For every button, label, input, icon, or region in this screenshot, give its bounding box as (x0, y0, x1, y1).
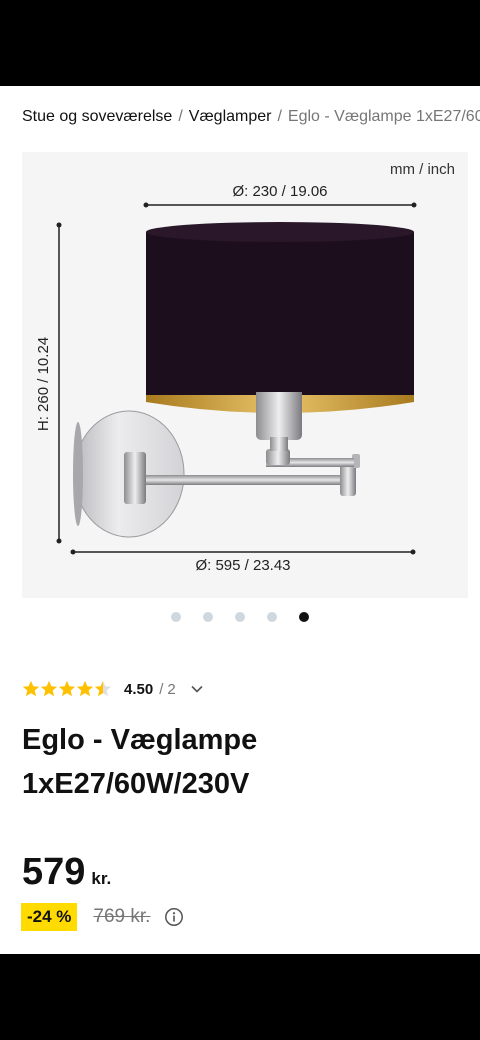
breadcrumb-item-stue[interactable]: Stue og soveværelse (22, 108, 172, 126)
star-rating (22, 680, 112, 698)
breadcrumb-item-current: Eglo - Væglampe 1xE27/60W/230V (287, 108, 480, 125)
chevron-down-icon[interactable] (190, 682, 204, 696)
star-icon (40, 680, 58, 697)
status-bar (0, 0, 480, 86)
star-icon (22, 680, 40, 697)
rating-separator: / (159, 680, 164, 698)
dimension-label-bottom: Ø: 595 / 23.43 (195, 557, 290, 574)
carousel-dot-active[interactable] (299, 612, 309, 622)
wall-plate-edge (73, 422, 83, 526)
price-value: 579 (22, 851, 86, 893)
rating-summary[interactable]: 4.50 / 2 (22, 678, 204, 700)
lamp-socket-top (256, 392, 302, 414)
carousel-dot[interactable] (203, 612, 213, 622)
lamp-neck (270, 437, 288, 451)
breadcrumb: Stue og soveværelse / Væglamper / Eglo -… (22, 108, 480, 126)
breadcrumb-separator: / (277, 108, 282, 125)
lamp-shade (146, 232, 414, 395)
old-price: 769 kr. (93, 906, 151, 927)
info-icon[interactable] (164, 907, 184, 927)
dimension-end-dot (56, 538, 62, 544)
product-title: Eglo - Væglampe 1xE27/60W/230V (22, 724, 258, 800)
star-icon (58, 680, 76, 697)
dimension-end-dot (411, 202, 417, 208)
carousel-dot[interactable] (235, 612, 245, 622)
dimension-end-dot (70, 549, 76, 555)
product-image[interactable]: mm / inch Ø: 230 / 19.06 H: 260 / 10.24 … (22, 152, 468, 598)
dimension-end-dot (410, 549, 416, 555)
rating-count: 2 (167, 680, 176, 698)
navigation-bar (0, 954, 480, 1040)
price-currency: kr. (91, 869, 112, 888)
star-half-icon (94, 680, 112, 697)
dimension-label-height: H: 260 / 10.24 (35, 337, 52, 431)
product-image-drawing: mm / inch Ø: 230 / 19.06 H: 260 / 10.24 … (35, 161, 455, 574)
star-icon (76, 680, 94, 697)
units-label: mm / inch (390, 161, 455, 178)
product-page: Stue og soveværelse / Væglamper / Eglo -… (0, 86, 480, 954)
rating-score: 4.50 (124, 680, 154, 698)
dimension-end-dot (56, 222, 62, 228)
arm-mount (124, 452, 146, 504)
carousel-dot[interactable] (171, 612, 181, 622)
carousel-dot[interactable] (267, 612, 277, 622)
dimension-label-top: Ø: 230 / 19.06 (232, 183, 327, 200)
arm-joint (266, 449, 290, 465)
price: 579 kr. (22, 851, 111, 894)
lamp-shade-top (146, 222, 414, 242)
promo-row: -24 % 769 kr. (21, 903, 184, 931)
breadcrumb-separator: / (178, 108, 183, 125)
discount-badge: -24 % (21, 903, 78, 931)
carousel-dots (0, 612, 480, 624)
breadcrumb-item-vaeglamper[interactable]: Væglamper (189, 108, 272, 126)
dimension-end-dot (143, 202, 149, 208)
arm-bar (146, 475, 356, 485)
